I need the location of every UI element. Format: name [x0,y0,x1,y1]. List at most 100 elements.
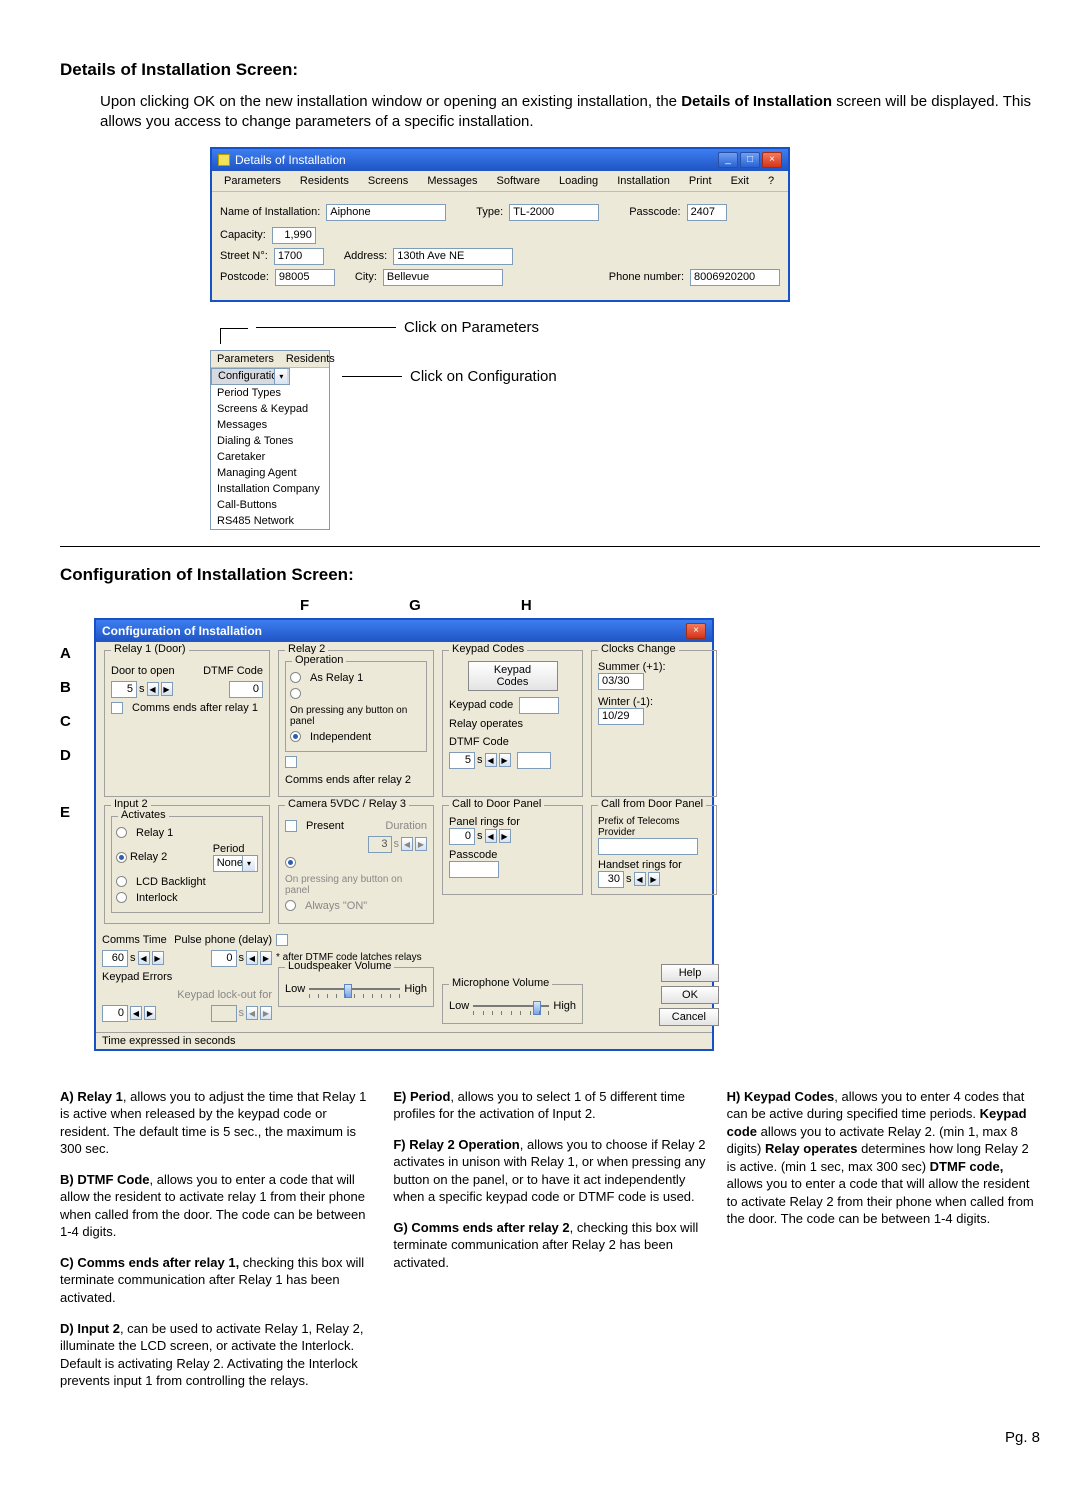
ok-button[interactable]: OK [661,986,719,1004]
spin-left-icon[interactable]: ◀ [246,951,258,965]
passcode-input[interactable] [687,204,727,221]
inp2-inter-radio[interactable] [116,892,127,903]
menu-print[interactable]: Print [681,173,720,189]
comms2-checkbox[interactable] [285,756,297,768]
winter-input[interactable] [598,708,644,725]
menu-item-period-types[interactable]: Period Types [211,385,329,401]
spin-left-icon[interactable]: ◀ [147,682,159,696]
postcode-input[interactable] [275,269,335,286]
city-input[interactable] [383,269,503,286]
pulse-input[interactable] [211,950,237,967]
dtmf-input[interactable] [229,681,263,698]
inp2-inter-label: Interlock [136,892,178,904]
close-button[interactable]: × [686,623,706,639]
spin-right-icon[interactable]: ▶ [152,951,164,965]
spin-left-icon[interactable]: ◀ [485,829,497,843]
config-body: Relay 1 (Door) Door to open DTMF Code s◀… [96,642,712,1032]
cancel-button[interactable]: Cancel [659,1008,719,1026]
loud-high: High [404,983,427,995]
present-checkbox[interactable] [285,820,297,832]
term-g: G) Comms ends after relay 2 [393,1220,569,1235]
dtmf2-input[interactable] [517,752,551,769]
menu-help[interactable]: ? [760,173,782,189]
keypad-errors-input[interactable] [102,1005,128,1022]
menu-screens[interactable]: Screens [360,173,416,189]
op-as-radio[interactable] [290,672,301,683]
config-titlebar[interactable]: Configuration of Installation × [96,620,712,642]
mic-slider[interactable] [473,1005,549,1007]
comms-time-input[interactable] [102,950,128,967]
op-ind-radio[interactable] [290,731,301,742]
summer-input[interactable] [598,673,644,690]
menu-item-messages[interactable]: Messages [211,417,329,433]
menu-residents[interactable]: Residents [280,351,341,367]
menu-item-caretaker[interactable]: Caretaker [211,449,329,465]
duration-label: Duration [385,820,427,832]
menu-loading[interactable]: Loading [551,173,606,189]
text-h4: allows you to enter a code that will all… [727,1176,1034,1226]
menu-installation[interactable]: Installation [609,173,678,189]
relay-operates-input[interactable] [449,752,475,769]
menu-parameters[interactable]: Parameters [216,173,289,189]
spin-right-icon[interactable]: ▶ [161,682,173,696]
capacity-input[interactable] [272,227,316,244]
menu-item-call-buttons[interactable]: Call-Buttons [211,497,329,513]
menu-parameters[interactable]: Parameters [211,351,280,367]
pointer-line [220,328,248,344]
type-input[interactable] [509,204,599,221]
passcode2-input[interactable] [449,861,499,878]
name-input[interactable] [326,204,446,221]
spin-right-icon[interactable]: ▶ [499,829,511,843]
help-button[interactable]: Help [661,964,719,982]
menu-software[interactable]: Software [489,173,548,189]
street-input[interactable] [274,248,324,265]
keypad-codes-button[interactable]: Keypad Codes [468,661,558,691]
period-select[interactable]: None [213,855,258,872]
pointer-line [342,376,402,377]
loud-slider[interactable] [309,988,400,990]
menu-exit[interactable]: Exit [723,173,757,189]
inp2-r1-radio[interactable] [116,827,127,838]
inp2-r2-radio[interactable] [116,852,127,863]
group-operation: Operation As Relay 1 On pressing any but… [285,661,427,752]
legend-keypad: Keypad Codes [449,643,527,655]
top-letter-row: F G H [60,597,1040,614]
star-checkbox[interactable] [276,934,288,946]
details-titlebar[interactable]: Details of Installation _ □ × [212,149,788,171]
spin-right-icon[interactable]: ▶ [260,951,272,965]
menu-item-dialing-tones[interactable]: Dialing & Tones [211,433,329,449]
minimize-button[interactable]: _ [718,152,738,168]
spin-left-icon[interactable]: ◀ [485,753,497,767]
keypad-code-input[interactable] [519,697,559,714]
address-input[interactable] [393,248,513,265]
term-h: H) Keypad Codes [727,1089,835,1104]
spin-left-icon[interactable]: ◀ [130,1006,142,1020]
menu-item-screens-keypad[interactable]: Screens & Keypad [211,401,329,417]
inp2-lcd-radio[interactable] [116,876,127,887]
prefix-input[interactable] [598,838,698,855]
street-label: Street N°: [220,250,268,262]
postcode-label: Postcode: [220,271,269,283]
close-button[interactable]: × [762,152,782,168]
spin-right-icon[interactable]: ▶ [144,1006,156,1020]
dtmf-label: DTMF Code [203,665,263,677]
handset-rings-input[interactable] [598,871,624,888]
spin-left-icon[interactable]: ◀ [138,951,150,965]
mic-low: Low [449,1000,469,1012]
menu-item-rs485[interactable]: RS485 Network [211,513,329,529]
menu-residents[interactable]: Residents [292,173,357,189]
menu-messages[interactable]: Messages [419,173,485,189]
maximize-button[interactable]: □ [740,152,760,168]
spin-right-icon[interactable]: ▶ [648,872,660,886]
phone-input[interactable] [690,269,780,286]
spin-right-icon[interactable]: ▶ [499,753,511,767]
menu-item-installation-company[interactable]: Installation Company [211,481,329,497]
group-keypad: Keypad Codes Keypad Codes Keypad code Re… [442,650,583,797]
menu-item-configuration[interactable]: Configuration [211,368,290,385]
comms1-checkbox[interactable] [111,702,123,714]
menu-item-managing-agent[interactable]: Managing Agent [211,465,329,481]
door-open-input[interactable] [111,681,137,698]
op-press-radio[interactable] [290,688,301,699]
panel-rings-input[interactable] [449,828,475,845]
spin-left-icon[interactable]: ◀ [634,872,646,886]
